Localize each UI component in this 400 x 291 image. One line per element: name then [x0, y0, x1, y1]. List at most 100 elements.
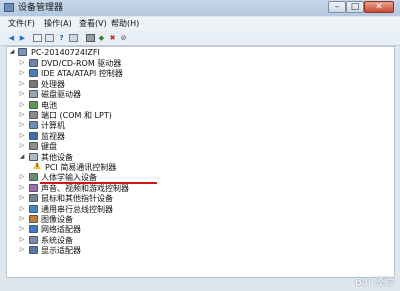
tree-category[interactable]: ▷ 磁盘驱动器	[7, 89, 387, 100]
tree-item-label: 键盘	[41, 142, 57, 152]
expand-icon[interactable]: ▷	[19, 80, 25, 87]
expand-icon[interactable]: ▷	[19, 101, 25, 108]
expand-icon[interactable]: ▷	[19, 205, 25, 212]
scan-hardware-icon[interactable]	[86, 34, 95, 42]
tree-category[interactable]: ▷ IDE ATA/ATAPI 控制器	[7, 68, 387, 79]
tree-item-label: 磁盘驱动器	[41, 90, 81, 100]
menu-view[interactable]: 查看(V)	[79, 19, 107, 29]
processor-icon	[29, 79, 38, 88]
tree-item-label: 处理器	[41, 79, 65, 89]
tree-category[interactable]: ▷ 计算机	[7, 120, 387, 131]
mouse-icon	[29, 194, 38, 203]
tree-item-label: 网络适配器	[41, 225, 81, 235]
tree-item-label: 鼠标和其他指针设备	[41, 194, 113, 204]
watermark: Bai 经验	[355, 277, 394, 288]
tree-category[interactable]: ▷ 系统设备	[7, 235, 387, 246]
tree-category[interactable]: ▷ 处理器	[7, 79, 387, 90]
expand-icon[interactable]: ▷	[19, 236, 25, 243]
tree-category[interactable]: ▷ 键盘	[7, 141, 387, 152]
warning-device-icon: !	[31, 162, 43, 172]
expand-icon[interactable]: ▷	[19, 195, 25, 201]
system-device-icon	[29, 235, 38, 244]
forward-icon[interactable]: ▶	[18, 34, 27, 42]
tree-category[interactable]: ▷ DVD/CD-ROM 驱动器	[7, 58, 387, 69]
expand-icon[interactable]: ▷	[19, 122, 25, 128]
tree-category[interactable]: ◢ 其他设备	[7, 152, 387, 163]
expand-icon[interactable]: ▷	[19, 143, 25, 149]
tree-item-label: 显示适配器	[41, 246, 81, 256]
expand-icon[interactable]: ▷	[19, 132, 25, 139]
sound-icon	[29, 183, 38, 192]
back-icon[interactable]: ◀	[7, 34, 16, 42]
tree-item-label: 监视器	[41, 131, 65, 141]
monitor-icon	[29, 131, 38, 140]
tree-category[interactable]: ▷ 端口 (COM 和 LPT)	[7, 110, 387, 121]
tree-item-label: IDE ATA/ATAPI 控制器	[41, 69, 123, 79]
expand-icon[interactable]: ▷	[19, 91, 25, 97]
expand-icon[interactable]: ▷	[19, 60, 25, 66]
disk-drive-icon	[29, 90, 38, 99]
collapse-icon[interactable]: ◢	[19, 153, 25, 160]
tree-category[interactable]: ▷ 显示适配器	[7, 245, 387, 256]
hid-icon	[29, 173, 38, 182]
menu-file[interactable]: 文件(F)	[8, 19, 35, 29]
tree-category[interactable]: ▷ 电池	[7, 100, 387, 111]
tree-category[interactable]: ▷ 图像设备	[7, 214, 387, 225]
display-adapter-icon	[29, 246, 38, 255]
menu-action[interactable]: 操作(A)	[44, 19, 72, 29]
update-driver-icon[interactable]	[69, 34, 78, 42]
expand-icon[interactable]: ▷	[19, 226, 25, 232]
menu-bar: 文件(F) 操作(A) 查看(V) 帮助(H)	[0, 17, 400, 31]
tree-item-label: 通用串行总线控制器	[41, 204, 113, 214]
window-title: 设备管理器	[18, 3, 64, 13]
battery-icon	[29, 100, 38, 109]
tree-child-item[interactable]: ! PCI 简易通讯控制器	[7, 162, 387, 173]
computer-icon	[18, 48, 27, 56]
tree-item-label: 其他设备	[41, 152, 73, 162]
expand-icon[interactable]: ▷	[19, 174, 25, 180]
usb-icon	[29, 204, 38, 213]
tree-root[interactable]: ◢ PC-20140724IZFI	[7, 47, 387, 58]
computer-name: PC-20140724IZFI	[31, 48, 100, 57]
status-bar: Bai 经验	[0, 277, 400, 291]
tree-category[interactable]: ▷ 声音、视频和游戏控制器	[7, 183, 387, 194]
show-hide-tree-icon[interactable]	[33, 34, 42, 42]
tree-item-label: 系统设备	[41, 235, 73, 245]
tree-item-label: 电池	[41, 100, 57, 110]
minimize-button[interactable]: –	[328, 1, 346, 13]
imaging-icon	[29, 215, 38, 223]
uninstall-icon[interactable]: ✖	[108, 34, 117, 42]
expand-icon[interactable]: ▷	[19, 184, 25, 191]
tree-item-label: DVD/CD-ROM 驱动器	[41, 59, 122, 68]
collapse-icon[interactable]: ◢	[9, 49, 15, 55]
expand-icon[interactable]: ▷	[19, 112, 25, 118]
port-icon	[29, 111, 38, 119]
device-manager-icon	[4, 3, 14, 12]
close-button[interactable]: ✕	[364, 1, 394, 13]
tree-category[interactable]: ▷ 网络适配器	[7, 224, 387, 235]
dvd-drive-icon	[29, 59, 38, 67]
disable-device-icon[interactable]: ⊘	[119, 34, 128, 42]
tree-category[interactable]: ▷ 通用串行总线控制器	[7, 204, 387, 215]
tree-category[interactable]: ▷ 鼠标和其他指针设备	[7, 193, 387, 204]
device-manager-window: 设备管理器 – □ ✕ 文件(F) 操作(A) 查看(V) 帮助(H) ◀ ▶ …	[0, 0, 400, 291]
expand-icon[interactable]: ▷	[19, 216, 25, 222]
menu-help[interactable]: 帮助(H)	[111, 19, 139, 29]
tree-item-label: 声音、视频和游戏控制器	[41, 183, 129, 193]
device-tree: ◢ PC-20140724IZFI ▷ DVD/CD-ROM 驱动器 ▷ IDE AT…	[6, 46, 395, 278]
expand-icon[interactable]: ▷	[19, 70, 25, 76]
help-icon[interactable]: ?	[57, 34, 66, 42]
network-adapter-icon	[29, 225, 38, 234]
other-devices-icon	[29, 152, 38, 161]
computer-icon	[29, 121, 38, 130]
title-bar: 设备管理器 – □ ✕	[0, 0, 400, 16]
enable-device-icon[interactable]: ◆	[97, 34, 106, 42]
keyboard-icon	[29, 142, 38, 151]
tree-category[interactable]: ▷ 监视器	[7, 131, 387, 142]
maximize-button[interactable]: □	[346, 1, 364, 13]
expand-icon[interactable]: ▷	[19, 247, 25, 253]
tree-item-label: 计算机	[41, 121, 65, 131]
highlight-underline	[40, 182, 157, 184]
properties-icon[interactable]	[45, 34, 54, 42]
ide-controller-icon	[29, 69, 38, 78]
